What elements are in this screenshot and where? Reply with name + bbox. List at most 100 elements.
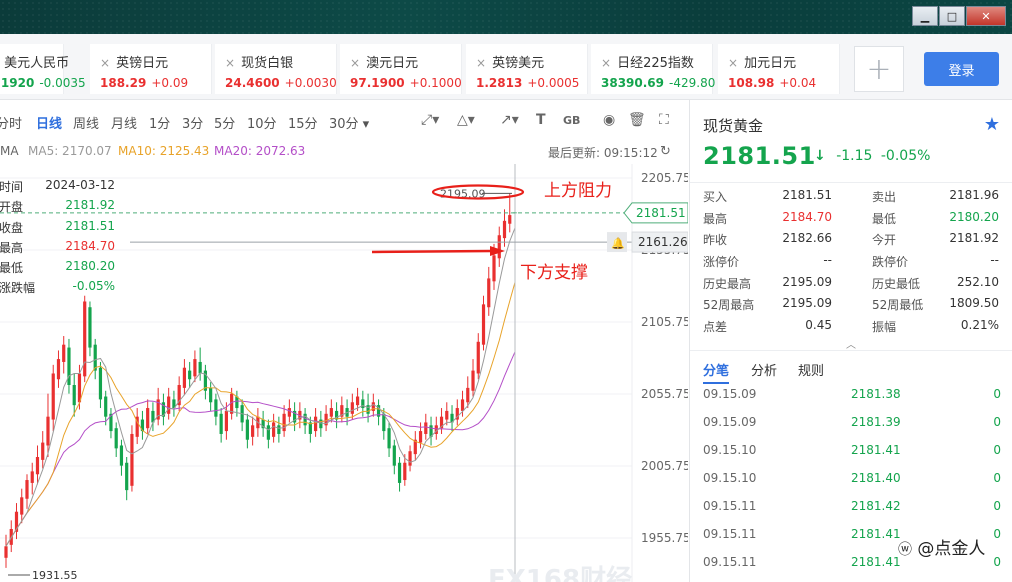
candle[interactable]	[287, 408, 291, 417]
ticker-tab[interactable]: × 日经225指数 38390.69 -429.80	[591, 44, 715, 94]
period-tab[interactable]: 15分	[288, 113, 318, 132]
period-tab[interactable]: 日线	[36, 113, 62, 132]
panel-tab[interactable]: 分析	[751, 360, 777, 379]
maximize-button[interactable]: □	[939, 6, 965, 26]
candle[interactable]	[119, 445, 124, 466]
candle[interactable]	[35, 457, 40, 475]
candle[interactable]	[471, 370, 475, 391]
candle[interactable]	[408, 451, 412, 466]
candle[interactable]	[387, 428, 391, 449]
candle[interactable]	[62, 344, 66, 362]
candle[interactable]	[355, 396, 360, 406]
candle[interactable]	[146, 408, 150, 429]
candle[interactable]	[198, 361, 202, 374]
candle[interactable]	[361, 399, 365, 409]
panel-tab[interactable]: 分笔	[703, 360, 729, 379]
candle[interactable]	[188, 370, 192, 380]
add-ticker-button[interactable]: +	[854, 46, 904, 92]
candle[interactable]	[266, 425, 270, 440]
tab-close-icon[interactable]: ×	[225, 56, 235, 70]
candle[interactable]	[41, 442, 45, 460]
candle[interactable]	[182, 367, 187, 388]
period-tab[interactable]: 5分	[214, 113, 235, 132]
period-tab[interactable]: 周线	[73, 113, 99, 132]
candle[interactable]	[130, 433, 134, 486]
collapse-chevron-icon[interactable]: ︿	[846, 336, 856, 351]
fullscreen-icon[interactable]: ⛶	[659, 112, 669, 128]
candle[interactable]	[167, 396, 171, 414]
minimize-button[interactable]: ▁	[912, 6, 938, 26]
candle[interactable]	[125, 462, 129, 491]
candle[interactable]	[350, 402, 354, 414]
candle[interactable]	[282, 413, 286, 432]
candle[interactable]	[418, 431, 423, 443]
tab-close-icon[interactable]: ×	[476, 56, 486, 70]
candle[interactable]	[319, 419, 323, 429]
candle[interactable]	[502, 220, 507, 239]
period-tab[interactable]: 分时	[0, 113, 22, 132]
ticker-tab[interactable]: × 英镑日元 188.29 +0.09	[90, 44, 212, 94]
candle[interactable]	[114, 428, 118, 449]
candle[interactable]	[245, 419, 249, 440]
period-tab[interactable]: 1分	[149, 113, 170, 132]
candle[interactable]	[508, 215, 512, 224]
draw-line-tool-icon[interactable]: ⤢▾	[421, 112, 439, 128]
refresh-icon[interactable]: ↻	[660, 144, 671, 159]
candle[interactable]	[403, 462, 407, 481]
period-tab[interactable]: 30分 ▾	[329, 113, 369, 132]
candle[interactable]	[392, 445, 396, 466]
trash-icon[interactable]: 🗑	[628, 112, 646, 128]
period-tab[interactable]: 3分	[182, 113, 203, 132]
period-tab[interactable]: 10分	[247, 113, 277, 132]
fib-tool-icon[interactable]: GB	[563, 114, 580, 127]
candle[interactable]	[93, 344, 97, 371]
candle[interactable]	[466, 387, 470, 403]
candle[interactable]	[104, 396, 108, 417]
candle[interactable]	[329, 408, 333, 417]
ticker-tab[interactable]: ×美元人民币7.1920-0.0035	[0, 44, 86, 94]
favorite-star-icon[interactable]: ★	[984, 114, 1000, 135]
arrow-tool-icon[interactable]: ↗▾	[500, 112, 519, 128]
triangle-tool-icon[interactable]: △▾	[457, 112, 475, 128]
text-tool-icon[interactable]: T	[536, 112, 546, 128]
candle[interactable]	[4, 546, 8, 558]
candle[interactable]	[72, 385, 76, 406]
period-tab[interactable]: 月线	[111, 113, 137, 132]
tab-close-icon[interactable]: ×	[601, 56, 611, 70]
candle[interactable]	[497, 235, 501, 259]
panel-tab[interactable]: 规则	[798, 360, 824, 379]
candle[interactable]	[214, 399, 218, 417]
login-button[interactable]: 登录	[924, 52, 999, 86]
candle[interactable]	[46, 416, 50, 446]
candle[interactable]	[20, 497, 24, 515]
candle[interactable]	[397, 462, 402, 483]
ticker-tab[interactable]: × 加元日元 108.98 +0.04	[718, 44, 840, 94]
candle[interactable]	[445, 410, 449, 420]
candle[interactable]	[277, 425, 281, 434]
candle[interactable]	[424, 422, 428, 434]
tab-close-icon[interactable]: ×	[728, 56, 738, 70]
candle[interactable]	[56, 359, 61, 380]
tab-close-icon[interactable]: ×	[350, 56, 360, 70]
candle[interactable]	[209, 387, 213, 403]
candle[interactable]	[476, 341, 480, 374]
close-window-button[interactable]: ✕	[966, 6, 1006, 26]
candle[interactable]	[219, 413, 223, 434]
candle[interactable]	[303, 413, 307, 426]
candle[interactable]	[460, 399, 465, 411]
ticker-tab[interactable]: × 英镑美元 1.2813 +0.0005	[466, 44, 588, 94]
candle[interactable]	[51, 373, 55, 420]
candle[interactable]	[251, 425, 255, 437]
candle[interactable]	[492, 255, 496, 282]
eye-icon[interactable]: ◉	[603, 112, 615, 128]
candle[interactable]	[313, 416, 318, 432]
ticker-tab[interactable]: × 现货白银 24.4600 +0.0030	[215, 44, 337, 94]
candle[interactable]	[224, 410, 228, 432]
candle[interactable]	[30, 471, 34, 483]
candle[interactable]	[481, 304, 486, 345]
candle[interactable]	[487, 278, 491, 308]
candle[interactable]	[25, 480, 29, 499]
candle[interactable]	[272, 422, 276, 437]
candle[interactable]	[193, 359, 197, 377]
tab-close-icon[interactable]: ×	[100, 56, 110, 70]
